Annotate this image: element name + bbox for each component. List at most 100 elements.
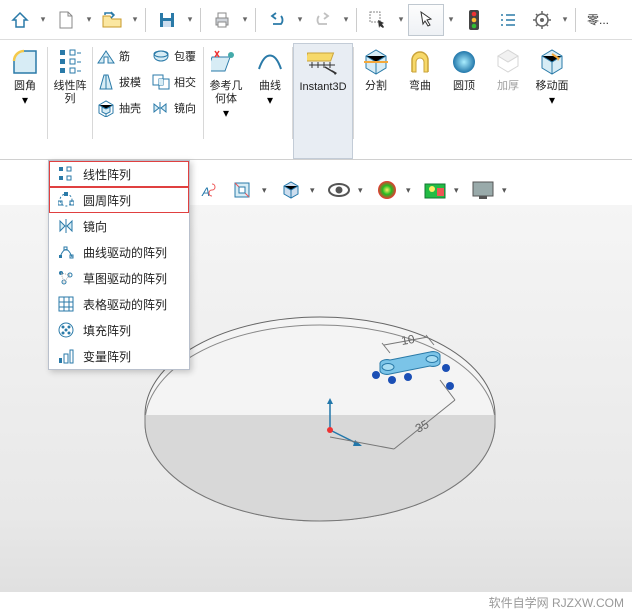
split-icon xyxy=(360,46,392,78)
settings-button[interactable] xyxy=(526,4,558,36)
split-button[interactable]: 分割 xyxy=(354,43,398,159)
dim-short-text: 10 xyxy=(400,332,416,348)
thicken-label: 加厚 xyxy=(497,80,519,93)
menu-variable-pattern[interactable]: 变量阵列 xyxy=(49,343,189,369)
split-label: 分割 xyxy=(365,80,387,93)
separator xyxy=(145,8,146,32)
hide-show-icon[interactable] xyxy=(326,177,352,203)
curve-button[interactable]: 曲线 ▾ xyxy=(248,43,292,159)
intersect-button[interactable]: 相交 xyxy=(148,69,199,95)
moveface-button[interactable]: 移动面 ▾ xyxy=(530,43,574,159)
curve-label: 曲线 xyxy=(259,80,281,93)
list-button[interactable] xyxy=(492,4,524,36)
appearance-dropdown[interactable]: ▾ xyxy=(406,185,416,196)
circular-pattern-icon xyxy=(57,191,75,209)
fillet-icon xyxy=(9,46,41,78)
mirror-label: 镜向 xyxy=(174,100,196,116)
footer-bar: 软件自学网 RJZXW.COM xyxy=(0,592,632,612)
draft-button[interactable]: 拔模 xyxy=(93,69,144,95)
rib-button[interactable]: 筋 xyxy=(93,43,144,69)
refgeom-button[interactable]: 参考几 何体 ▾ xyxy=(204,43,248,159)
menu-item-label: 线性阵列 xyxy=(83,166,131,183)
intersect-label: 相交 xyxy=(174,74,196,90)
curve-dropdown[interactable]: ▾ xyxy=(267,93,273,107)
viewport-icon[interactable] xyxy=(470,177,496,203)
credit-text: 软件自学网 RJZXW.COM xyxy=(489,594,624,611)
menu-item-label: 表格驱动的阵列 xyxy=(83,296,167,313)
menu-item-label: 镜向 xyxy=(83,218,107,235)
menu-item-label: 变量阵列 xyxy=(83,348,131,365)
instant3d-label: Instant3D xyxy=(299,81,346,94)
redo-dropdown[interactable]: ▾ xyxy=(341,14,351,25)
viewport-dropdown[interactable]: ▾ xyxy=(502,185,512,196)
traffic-light-icon[interactable] xyxy=(458,4,490,36)
new-button[interactable] xyxy=(50,4,82,36)
refgeom-dropdown[interactable]: ▾ xyxy=(223,106,229,120)
menu-table-driven-pattern[interactable]: 表格驱动的阵列 xyxy=(49,291,189,317)
menu-curve-driven-pattern[interactable]: 曲线驱动的阵列 xyxy=(49,239,189,265)
fillet-dropdown[interactable]: ▾ xyxy=(22,93,28,107)
shell-label: 抽壳 xyxy=(119,100,141,116)
open-button[interactable] xyxy=(96,4,128,36)
fillet-button[interactable]: 圆角 ▾ xyxy=(3,43,47,159)
intersect-icon xyxy=(151,72,171,92)
separator xyxy=(200,8,201,32)
draft-icon xyxy=(96,72,116,92)
mirror-icon xyxy=(151,98,171,118)
menu-linear-pattern[interactable]: 线性阵列 xyxy=(49,161,189,187)
new-dropdown[interactable]: ▾ xyxy=(84,14,94,25)
select-over-button[interactable] xyxy=(362,4,394,36)
undo-button[interactable] xyxy=(261,4,293,36)
view-toolbar: A ▾ ▾ ▾ ▾ ▾ ▾ xyxy=(198,175,512,205)
display-style-icon[interactable] xyxy=(278,177,304,203)
moveface-dropdown[interactable]: ▾ xyxy=(549,93,555,107)
variable-pattern-icon xyxy=(57,347,75,365)
linear-pattern-icon xyxy=(54,46,86,78)
redo-button[interactable] xyxy=(307,4,339,36)
appearance-icon[interactable] xyxy=(374,177,400,203)
fillet-label: 圆角 xyxy=(14,80,36,93)
menu-fill-pattern[interactable]: 填充阵列 xyxy=(49,317,189,343)
select-dropdown[interactable]: ▾ xyxy=(396,14,406,25)
save-button[interactable] xyxy=(151,4,183,36)
open-dropdown[interactable]: ▾ xyxy=(130,14,140,25)
menu-mirror[interactable]: 镜向 xyxy=(49,213,189,239)
undo-dropdown[interactable]: ▾ xyxy=(295,14,305,25)
scene-icon[interactable] xyxy=(422,177,448,203)
bend-button[interactable]: 弯曲 xyxy=(398,43,442,159)
menu-sketch-driven-pattern[interactable]: 草图驱动的阵列 xyxy=(49,265,189,291)
part-combo[interactable]: 零... xyxy=(581,4,615,36)
settings-dropdown[interactable]: ▾ xyxy=(560,14,570,25)
print-dropdown[interactable]: ▾ xyxy=(240,14,250,25)
text-style-icon[interactable]: A xyxy=(198,177,224,203)
draft-label: 拔模 xyxy=(119,74,141,90)
dome-button[interactable]: 圆顶 xyxy=(442,43,486,159)
quick-access-toolbar: ▾ ▾ ▾ ▾ ▾ ▾ ▾ ▾ ▾ ▾ 零... xyxy=(0,0,632,40)
scene-dropdown[interactable]: ▾ xyxy=(454,185,464,196)
cursor-tool-button[interactable] xyxy=(408,4,444,36)
hide-dropdown[interactable]: ▾ xyxy=(358,185,368,196)
separator xyxy=(575,8,576,32)
instant3d-button[interactable]: Instant3D xyxy=(293,43,353,159)
menu-item-label: 填充阵列 xyxy=(83,322,131,339)
home-dropdown[interactable]: ▾ xyxy=(38,14,48,25)
save-dropdown[interactable]: ▾ xyxy=(185,14,195,25)
menu-circular-pattern[interactable]: 圆周阵列 xyxy=(49,187,189,213)
wrap-button[interactable]: 包覆 xyxy=(148,43,199,69)
print-button[interactable] xyxy=(206,4,238,36)
linear-pattern-icon xyxy=(57,165,75,183)
curve-pattern-icon xyxy=(57,243,75,261)
refgeom-icon xyxy=(210,46,242,78)
instant3d-icon xyxy=(307,47,339,79)
display-dropdown[interactable]: ▾ xyxy=(310,185,320,196)
mirror-button[interactable]: 镜向 xyxy=(148,95,199,121)
home-button[interactable] xyxy=(4,4,36,36)
cursor-dropdown[interactable]: ▾ xyxy=(446,14,456,25)
shell-button[interactable]: 抽壳 xyxy=(93,95,144,121)
rib-icon xyxy=(96,46,116,66)
section-dropdown[interactable]: ▾ xyxy=(262,185,272,196)
section-view-icon[interactable] xyxy=(230,177,256,203)
menu-item-label: 曲线驱动的阵列 xyxy=(83,244,167,261)
linear-pattern-button[interactable]: 线性阵 列 ▾ xyxy=(48,43,92,159)
thicken-button[interactable]: 加厚 xyxy=(486,43,530,159)
